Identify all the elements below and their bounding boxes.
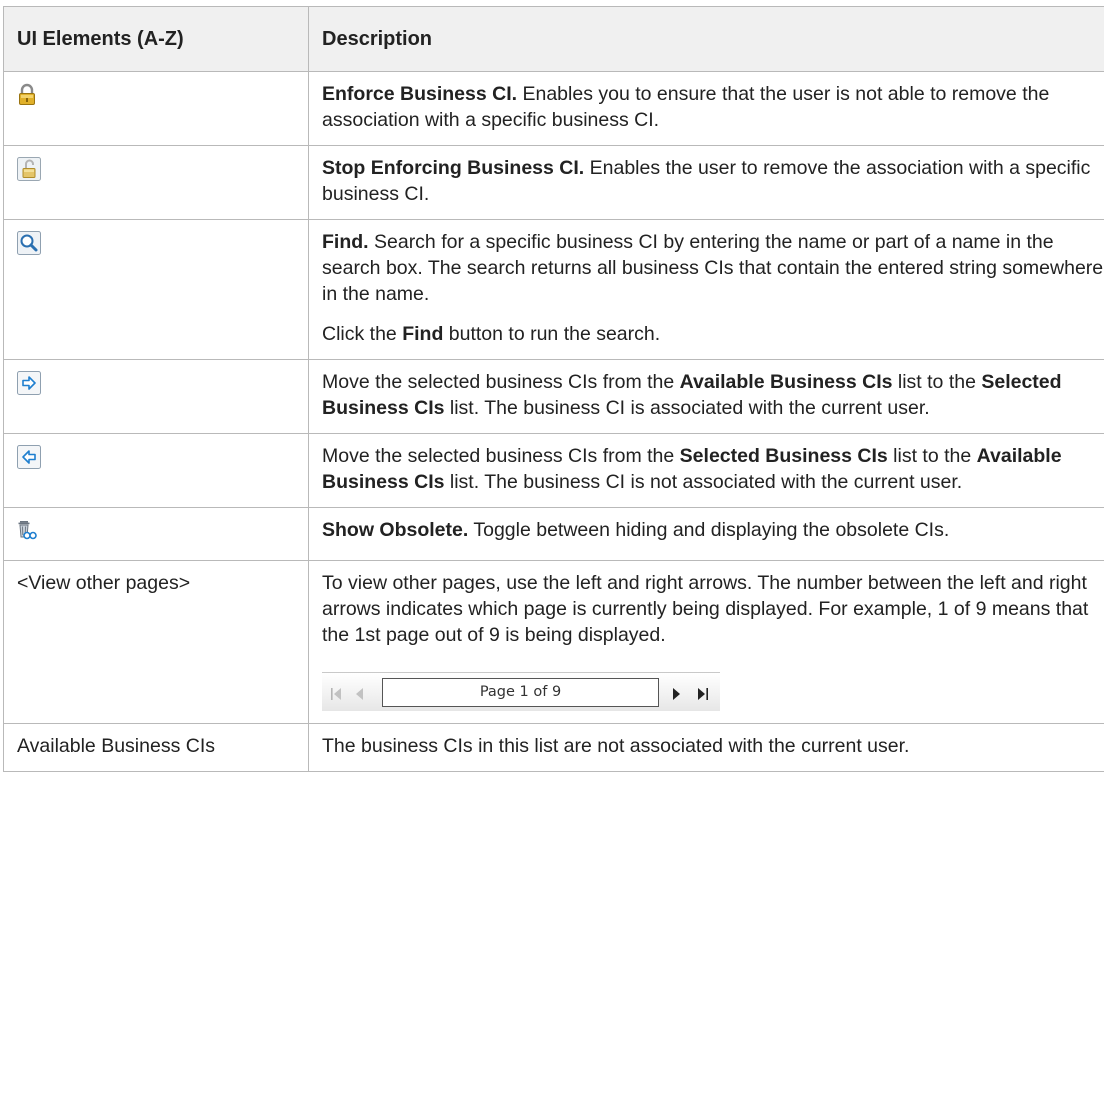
description-cell: Move the selected business CIs from the …: [309, 360, 1104, 434]
description-text: To view other pages, use the left and ri…: [322, 570, 1104, 648]
description-text: Find. Search for a specific business CI …: [322, 229, 1104, 307]
arrow-right-icon: [17, 371, 41, 402]
description-text: Enforce Business CI. Enables you to ensu…: [322, 81, 1104, 133]
next-page-icon[interactable]: [670, 683, 682, 709]
description-note: Click the Find button to run the search.: [322, 321, 1104, 347]
description-text: The business CIs in this list are not as…: [322, 733, 1104, 759]
description-cell: Enforce Business CI. Enables you to ensu…: [309, 72, 1104, 146]
table-row: Stop Enforcing Business CI. Enables the …: [4, 146, 1104, 220]
ui-element-label: Available Business CIs: [17, 735, 215, 757]
show-obsolete-icon: [17, 519, 37, 548]
table-row: Find. Search for a specific business CI …: [4, 220, 1104, 360]
ui-element-cell: [4, 72, 309, 146]
unlock-icon: [17, 157, 41, 188]
lock-icon: [17, 83, 37, 114]
previous-page-icon[interactable]: [354, 683, 366, 709]
description-text: Show Obsolete. Toggle between hiding and…: [322, 517, 1104, 543]
column-header-description: Description: [309, 7, 1104, 72]
table-row: Show Obsolete. Toggle between hiding and…: [4, 508, 1104, 561]
ui-element-cell: [4, 220, 309, 360]
ui-element-cell: [4, 146, 309, 220]
description-text: Move the selected business CIs from the …: [322, 369, 1104, 421]
description-cell: Move the selected business CIs from the …: [309, 434, 1104, 508]
last-page-icon[interactable]: [696, 683, 710, 709]
table-row: <View other pages> To view other pages, …: [4, 561, 1104, 724]
description-cell: The business CIs in this list are not as…: [309, 724, 1104, 772]
term-label: Find.: [322, 231, 369, 253]
ui-element-cell: [4, 434, 309, 508]
table-header-row: UI Elements (A-Z) Description: [4, 7, 1104, 72]
term-label: Enforce Business CI.: [322, 83, 517, 105]
term-label: Stop Enforcing Business CI.: [322, 157, 584, 179]
description-cell: Find. Search for a specific business CI …: [309, 220, 1104, 360]
table-row: Available Business CIs The business CIs …: [4, 724, 1104, 772]
ui-element-cell: [4, 360, 309, 434]
description-cell: To view other pages, use the left and ri…: [309, 561, 1104, 724]
term-label: Show Obsolete.: [322, 519, 468, 541]
description-text: Move the selected business CIs from the …: [322, 443, 1104, 495]
ui-element-cell: [4, 508, 309, 561]
description-text: Stop Enforcing Business CI. Enables the …: [322, 155, 1104, 207]
ui-element-cell: <View other pages>: [4, 561, 309, 724]
pager-toolbar: Page 1 of 9: [322, 672, 720, 711]
table-row: Enforce Business CI. Enables you to ensu…: [4, 72, 1104, 146]
ui-element-cell: Available Business CIs: [4, 724, 309, 772]
first-page-icon[interactable]: [330, 683, 344, 709]
table-row: Move the selected business CIs from the …: [4, 360, 1104, 434]
ui-elements-table: UI Elements (A-Z) Description Enforce Bu…: [3, 6, 1104, 772]
ui-element-label: <View other pages>: [17, 572, 190, 594]
page-indicator[interactable]: Page 1 of 9: [382, 678, 659, 707]
description-cell: Stop Enforcing Business CI. Enables the …: [309, 146, 1104, 220]
magnifier-icon: [17, 231, 41, 262]
arrow-left-icon: [17, 445, 41, 476]
table-row: Move the selected business CIs from the …: [4, 434, 1104, 508]
description-cell: Show Obsolete. Toggle between hiding and…: [309, 508, 1104, 561]
column-header-ui-elements: UI Elements (A-Z): [4, 7, 309, 72]
